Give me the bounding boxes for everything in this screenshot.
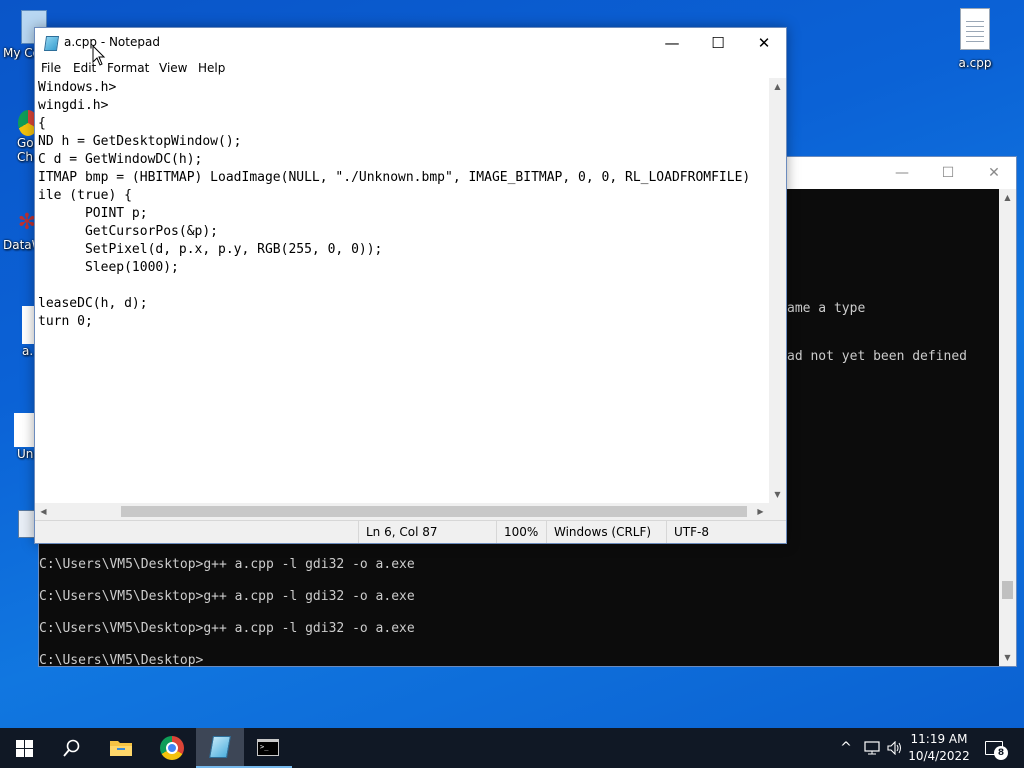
search-icon bbox=[63, 739, 80, 757]
menu-help[interactable]: Help bbox=[198, 61, 225, 75]
code-line: leaseDC(h, d); bbox=[38, 296, 148, 311]
close-button[interactable]: ✕ bbox=[741, 28, 787, 58]
desktop-icon-label: a.cpp bbox=[958, 56, 992, 70]
code-line: Sleep(1000); bbox=[38, 260, 179, 275]
maximize-button[interactable]: ☐ bbox=[695, 28, 741, 58]
console-prompt: C:\Users\VM5\Desktop> bbox=[39, 653, 204, 668]
chrome-button[interactable] bbox=[148, 728, 196, 768]
code-line: ITMAP bmp = (HBITMAP) LoadImage(NULL, ".… bbox=[38, 170, 751, 185]
console-scrollbar[interactable]: ▲ ▼ bbox=[999, 189, 1016, 666]
console-line: ame a type bbox=[787, 301, 866, 316]
desktop-icon-label: Go Ch bbox=[17, 136, 34, 164]
file-explorer-button[interactable] bbox=[97, 728, 145, 768]
minimize-button[interactable]: — bbox=[649, 28, 695, 58]
vertical-scrollbar[interactable]: ▲ ▼ bbox=[769, 78, 786, 503]
menu-file[interactable]: File bbox=[41, 61, 61, 75]
tray-chevron-icon[interactable]: ^ bbox=[836, 728, 856, 768]
notepad-icon bbox=[43, 36, 60, 51]
console-icon: >_ bbox=[257, 738, 279, 756]
scroll-right-arrow-icon[interactable]: ▶ bbox=[752, 503, 769, 520]
menu-bar: File Edit Format View Help bbox=[35, 58, 786, 78]
code-line: ND h = GetDesktopWindow(); bbox=[38, 134, 242, 149]
horizontal-scroll-thumb[interactable] bbox=[121, 506, 747, 517]
desktop-icon-a-cpp[interactable]: a.cpp bbox=[945, 8, 1005, 70]
chrome-icon bbox=[160, 736, 184, 760]
menu-view[interactable]: View bbox=[159, 61, 187, 75]
status-bar: Ln 6, Col 87 100% Windows (CRLF) UTF-8 bbox=[35, 520, 786, 543]
notification-icon: 8 bbox=[985, 741, 1008, 760]
notepad-window[interactable]: a.cpp - Notepad — ☐ ✕ File Edit Format V… bbox=[34, 27, 787, 544]
status-encoding: UTF-8 bbox=[666, 521, 786, 543]
horizontal-scrollbar[interactable]: ◀ ▶ bbox=[35, 503, 769, 520]
code-line: C d = GetWindowDC(h); bbox=[38, 152, 203, 167]
console-line: C:\Users\VM5\Desktop>g++ a.cpp -l gdi32 … bbox=[39, 621, 415, 636]
clock[interactable]: 11:19 AM 10/4/2022 bbox=[906, 728, 972, 768]
network-icon[interactable] bbox=[861, 728, 883, 768]
code-line: turn 0; bbox=[38, 314, 93, 329]
scroll-up-arrow-icon[interactable]: ▲ bbox=[769, 78, 786, 95]
scroll-down-arrow-icon[interactable]: ▼ bbox=[769, 486, 786, 503]
notification-badge: 8 bbox=[994, 746, 1008, 760]
console-line: C:\Users\VM5\Desktop>g++ a.cpp -l gdi32 … bbox=[39, 557, 415, 572]
console-line: ad not yet been defined bbox=[787, 349, 968, 364]
start-button[interactable] bbox=[0, 728, 48, 768]
notepad-titlebar[interactable]: a.cpp - Notepad — ☐ ✕ bbox=[35, 28, 786, 58]
text-file-icon bbox=[960, 8, 990, 50]
text-editor[interactable]: Windows.h> wingdi.h> { ND h = GetDesktop… bbox=[35, 78, 769, 503]
cmd-taskbar-button[interactable]: >_ bbox=[244, 728, 292, 768]
code-line: GetCursorPos(&p); bbox=[38, 224, 219, 239]
status-line-endings: Windows (CRLF) bbox=[546, 521, 666, 543]
code-line: SetPixel(d, p.x, p.y, RGB(255, 0, 0)); bbox=[38, 242, 383, 257]
code-line: { bbox=[38, 116, 46, 131]
code-line: Windows.h> bbox=[38, 80, 117, 95]
code-line: POINT p; bbox=[38, 206, 148, 221]
clock-date: 10/4/2022 bbox=[908, 749, 970, 763]
menu-format[interactable]: Format bbox=[107, 61, 149, 75]
search-button[interactable] bbox=[48, 728, 96, 768]
code-line: wingdi.h> bbox=[38, 98, 109, 113]
file-icon bbox=[14, 413, 36, 447]
scroll-left-arrow-icon[interactable]: ◀ bbox=[35, 503, 52, 520]
scroll-down-arrow-icon[interactable]: ▼ bbox=[999, 649, 1016, 666]
code-line: ile (true) { bbox=[38, 188, 132, 203]
notification-center-button[interactable]: 8 bbox=[978, 728, 1010, 768]
status-zoom: 100% bbox=[496, 521, 546, 543]
notepad-taskbar-button[interactable] bbox=[196, 728, 244, 768]
window-title: a.cpp - Notepad bbox=[64, 35, 160, 49]
console-titlebar[interactable]: — ☐ ✕ bbox=[787, 157, 1016, 189]
console-minimize-button[interactable]: — bbox=[879, 157, 925, 189]
console-close-button[interactable]: ✕ bbox=[971, 157, 1017, 189]
volume-icon[interactable] bbox=[884, 728, 906, 768]
status-position: Ln 6, Col 87 bbox=[358, 521, 516, 543]
console-maximize-button[interactable]: ☐ bbox=[925, 157, 971, 189]
clock-time: 11:19 AM bbox=[910, 732, 968, 746]
console-scroll-thumb[interactable] bbox=[1002, 581, 1013, 599]
scroll-up-arrow-icon[interactable]: ▲ bbox=[999, 189, 1016, 206]
notepad-icon bbox=[209, 736, 231, 758]
scrollbar-corner bbox=[769, 503, 786, 520]
taskbar: >_ ^ 11:19 AM 10/4/2022 8 bbox=[0, 728, 1024, 768]
folder-icon bbox=[110, 741, 132, 756]
windows-logo-icon bbox=[15, 739, 33, 757]
console-line: C:\Users\VM5\Desktop>g++ a.cpp -l gdi32 … bbox=[39, 589, 415, 604]
mouse-cursor-icon bbox=[92, 45, 106, 66]
